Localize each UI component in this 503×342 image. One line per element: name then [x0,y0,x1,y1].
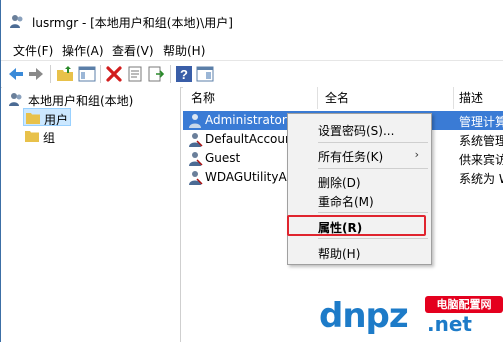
column-divider[interactable] [453,87,454,109]
user-icon [189,133,203,147]
properties-icon[interactable] [126,65,144,83]
context-menu: 设置密码(S)... 所有任务(K) › 删除(D) 重命名(M) 属性(R) … [287,113,432,265]
users-groups-icon [9,93,22,106]
user-description: 管理计算 [459,115,503,129]
column-header-fullname[interactable]: 全名 [325,89,349,109]
export-icon[interactable] [147,65,165,83]
column-header-name[interactable]: 名称 [191,89,215,109]
column-header-description[interactable]: 描述 [459,89,483,109]
user-icon [189,152,203,166]
title-bar: lusrmgr - [本地用户和组(本地)\用户] [1,0,503,40]
window-title: lusrmgr - [本地用户和组(本地)\用户] [32,16,233,30]
user-icon [189,171,203,185]
menu-item-set-password[interactable]: 设置密码(S)... [288,119,431,139]
folder-up-icon[interactable] [56,65,74,83]
toolbar-separator [100,65,101,83]
menu-separator [318,142,428,143]
back-arrow-icon[interactable] [7,65,25,83]
user-name: WDAGUtilityAcc [205,170,300,184]
menu-action[interactable]: 操作(A) [62,42,104,59]
menu-file[interactable]: 文件(F) [13,42,53,59]
tree-item-users[interactable]: 用户 [23,108,71,127]
menu-separator [318,238,428,239]
tree-pane: 本地用户和组(本地) 用户 组 [2,87,181,342]
menu-item-rename[interactable]: 重命名(M) [288,190,431,210]
menu-view[interactable]: 查看(V) [112,42,154,59]
tree-root-label: 本地用户和组(本地) [28,94,134,108]
menu-item-all-tasks[interactable]: 所有任务(K) › [288,145,431,165]
menu-item-label: 帮助(H) [318,247,361,261]
tree-root[interactable]: 本地用户和组(本地) [8,90,178,108]
help-icon[interactable]: ? [175,65,193,83]
user-name: DefaultAccount [205,132,298,146]
svg-text:?: ? [180,67,188,82]
menu-bar: 文件(F) 操作(A) 查看(V) 帮助(H) [1,40,503,59]
folder-icon [26,113,40,124]
chevron-right-icon: › [414,148,419,161]
tree-item-label: 组 [43,131,56,145]
menu-help[interactable]: 帮助(H) [163,42,205,59]
folder-icon [25,131,39,142]
user-name: Guest [205,151,241,165]
menu-separator [318,168,428,169]
mmc-window: lusrmgr - [本地用户和组(本地)\用户] 文件(F) 操作(A) 查看… [0,0,503,342]
menu-separator [318,212,428,213]
menu-item-label: 设置密码(S)... [318,124,395,138]
user-description: 系统管理 [459,134,503,148]
delete-icon[interactable] [105,65,123,83]
users-app-icon [10,15,23,28]
menu-item-label: 删除(D) [318,176,361,190]
properties-highlight-box [287,215,426,236]
show-tree-icon[interactable] [78,65,96,83]
menu-item-delete[interactable]: 删除(D) [288,171,431,191]
watermark-logo: dnpz [319,296,409,336]
menu-item-label: 所有任务(K) [318,150,384,164]
user-description: 供来宾访 [459,153,503,167]
watermark-badge: 电脑配置网 [425,296,503,313]
pane-icon[interactable] [196,65,214,83]
menu-item-label: 重命名(M) [318,195,374,209]
user-icon [189,114,201,128]
watermark-domain: .net [427,312,472,336]
column-divider[interactable] [317,87,318,109]
user-description: 系统为 W [459,172,503,186]
toolbar-separator [50,65,51,83]
forward-arrow-icon[interactable] [27,65,45,83]
menu-item-help[interactable]: 帮助(H) [288,242,431,262]
toolbar-separator [170,65,171,83]
toolbar: ? [1,60,503,88]
user-name: Administrator [205,113,287,127]
tree-item-groups[interactable]: 组 [23,127,71,145]
tree-item-label: 用户 [44,113,69,127]
